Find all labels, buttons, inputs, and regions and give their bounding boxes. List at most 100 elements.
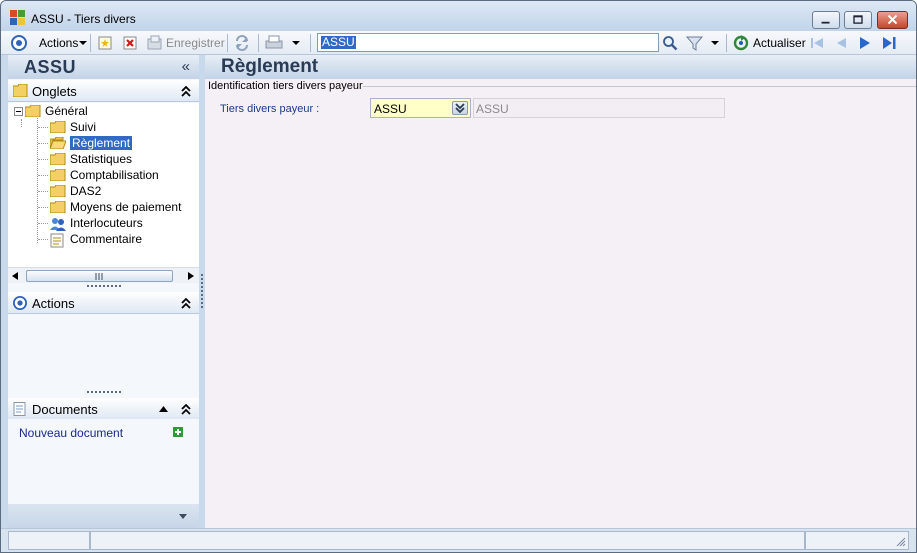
tree-item-label: Interlocuteurs — [70, 216, 143, 230]
combo-dropdown-button[interactable] — [452, 101, 468, 115]
section-header: Règlement — [205, 55, 916, 79]
toolbar-separator — [258, 34, 259, 52]
tree-expand-icon[interactable] — [14, 106, 23, 116]
people-icon — [50, 217, 66, 231]
collapse-section-icon — [181, 298, 191, 309]
pane-bottom-strip — [8, 504, 199, 528]
tree-item-label: Suivi — [70, 120, 97, 134]
folder-icon — [49, 152, 66, 166]
search-button[interactable] — [662, 35, 678, 51]
record-header: ASSU « — [8, 55, 199, 79]
minimize-button[interactable] — [812, 11, 840, 29]
tree-item-label: Règlement — [70, 136, 133, 150]
chevron-down-icon — [79, 41, 88, 45]
actions-target-icon — [11, 35, 27, 51]
close-button[interactable] — [877, 11, 908, 29]
tree-item-label: Moyens de paiement — [70, 200, 182, 214]
status-cell — [90, 531, 805, 550]
maximize-button[interactable] — [844, 11, 872, 29]
chevron-up-icon[interactable] — [159, 406, 168, 412]
refresh-label: Actualiser — [753, 36, 806, 50]
documents-panel-body: Nouveau document — [8, 419, 199, 499]
actions-panel-header[interactable]: Actions — [8, 292, 199, 314]
onglets-title: Onglets — [32, 84, 77, 99]
search-input[interactable]: ASSU — [317, 33, 659, 52]
close-icon — [887, 14, 898, 25]
next-record-button[interactable] — [857, 35, 873, 51]
tree-item-statistiques[interactable]: Statistiques — [49, 151, 132, 167]
record-title: ASSU — [24, 57, 77, 77]
new-document-link[interactable]: Nouveau document — [19, 426, 123, 440]
left-navigation-pane: ASSU « Onglets Général Suivi Règlement S… — [8, 55, 199, 528]
collapse-section-icon — [181, 86, 191, 97]
resize-grip-icon[interactable] — [896, 537, 906, 547]
title-bar: ASSU - Tiers divers — [1, 1, 916, 31]
chevron-down-icon[interactable] — [179, 514, 187, 519]
new-record-button[interactable] — [97, 35, 113, 51]
print-button[interactable] — [264, 34, 300, 52]
toolbar-separator — [227, 34, 228, 52]
splitter-grip[interactable] — [87, 391, 121, 394]
application-window: ASSU - Tiers divers Actions Enregistrer … — [0, 0, 917, 553]
payer-field-label: Tiers divers payeur : — [220, 103, 320, 115]
collapse-section-icon — [181, 404, 191, 415]
collapse-pane-button[interactable]: « — [182, 58, 190, 75]
status-cell — [8, 531, 90, 550]
first-record-button[interactable] — [809, 35, 825, 51]
tree-item-moyens-de-paiement[interactable]: Moyens de paiement — [49, 199, 182, 215]
chevron-down-icon — [292, 41, 300, 45]
window-title: ASSU - Tiers divers — [31, 12, 136, 26]
refresh-button[interactable]: Actualiser — [733, 34, 806, 52]
folder-icon — [13, 84, 28, 97]
tab-tree: Général Suivi Règlement Statistiques Com… — [8, 103, 199, 273]
tree-item-label: Comptabilisation — [70, 168, 159, 182]
payer-combo[interactable]: ASSU — [370, 98, 471, 118]
actions-menu-label: Actions — [39, 36, 79, 50]
save-button[interactable]: Enregistrer — [147, 34, 225, 52]
tree-item-reglement[interactable]: Règlement — [49, 135, 133, 151]
vertical-splitter[interactable] — [201, 274, 203, 308]
actions-menu-button[interactable]: Actions — [39, 34, 88, 52]
scroll-left-icon[interactable] — [12, 272, 18, 280]
app-icon — [10, 10, 26, 26]
sync-button[interactable] — [234, 35, 250, 51]
tree-item-suivi[interactable]: Suivi — [49, 119, 97, 135]
tree-item-interlocuteurs[interactable]: Interlocuteurs — [50, 215, 143, 231]
refresh-icon — [733, 35, 749, 51]
tree-horizontal-scrollbar[interactable] — [8, 267, 199, 283]
toolbar-separator — [726, 34, 727, 52]
tree-item-das2[interactable]: DAS2 — [49, 183, 102, 199]
scrollbar-thumb[interactable] — [26, 270, 173, 282]
filter-button[interactable] — [686, 34, 719, 52]
tree-item-commentaire[interactable]: Commentaire — [50, 231, 143, 248]
actions-panel-title: Actions — [32, 296, 75, 311]
splitter-grip[interactable] — [87, 285, 121, 288]
toolbar-separator — [310, 34, 311, 52]
printer-icon — [265, 35, 283, 49]
payer-display-value: ASSU — [476, 102, 509, 116]
status-cell — [805, 531, 909, 550]
actions-target-icon — [13, 296, 27, 310]
maximize-icon — [853, 15, 863, 24]
tree-item-label: DAS2 — [70, 184, 102, 198]
onglets-panel-header[interactable]: Onglets — [8, 80, 199, 102]
tree-root-general[interactable]: Général — [14, 103, 88, 119]
save-label: Enregistrer — [166, 36, 225, 50]
folder-icon — [49, 200, 66, 214]
tree-item-label: Commentaire — [70, 232, 143, 246]
folder-icon — [49, 168, 66, 182]
toolbar-separator — [90, 34, 91, 52]
folder-icon — [49, 184, 66, 198]
group-title: Identification tiers divers payeur — [208, 80, 363, 92]
add-document-icon[interactable] — [173, 427, 183, 437]
tree-item-comptabilisation[interactable]: Comptabilisation — [49, 167, 159, 183]
documents-panel-title: Documents — [32, 402, 98, 417]
delete-record-button[interactable] — [122, 35, 138, 51]
section-title: Règlement — [221, 56, 319, 77]
documents-panel-header[interactable]: Documents — [8, 398, 199, 420]
last-record-button[interactable] — [881, 35, 897, 51]
previous-record-button[interactable] — [833, 35, 849, 51]
note-icon — [50, 233, 66, 248]
double-chevron-down-icon — [455, 103, 465, 114]
scroll-right-icon[interactable] — [188, 272, 194, 280]
